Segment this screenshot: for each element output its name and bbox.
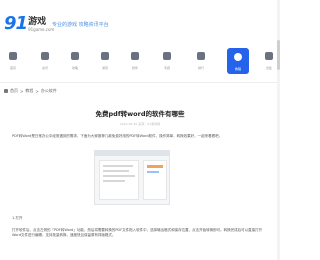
nav-label: 软件 [131,66,138,70]
site-header: 91 游戏 91game.com 专业的游戏 攻略资讯平台 [0,0,280,44]
step-label: 1.打开 [12,216,23,220]
nav-item-guide[interactable]: 攻略 [64,46,86,76]
breadcrumb-item-home[interactable]: 首页 [10,88,18,94]
nav-item-news[interactable]: 资讯 [34,46,56,76]
logo-number: 91 [4,13,28,34]
breadcrumb-separator: > [35,88,39,94]
nav-item-tutorial[interactable]: 教程 [227,48,249,74]
nav-label: 专题 [163,66,170,70]
breadcrumb-item-tutorial[interactable]: 教程 [25,88,33,94]
gamepad-icon [101,52,109,60]
article-body: 打开软件后，点击左侧的「PDF转Word」功能，然后将需要转换的PDF文件拖入软… [12,228,263,237]
nav-item-home[interactable]: 首页 [2,46,24,76]
guide-icon [71,52,79,60]
scrollbar-thumb[interactable] [277,40,280,70]
nav-label: 攻略 [71,66,78,70]
nav-label: 教程 [234,67,241,71]
topic-icon [163,52,171,60]
article-title: 免费pdf转word的软件有哪些 [95,110,185,118]
home-icon[interactable] [4,89,8,93]
app-icon [131,52,139,60]
nav-label: 首页 [9,66,16,70]
article-intro: PDF转Word是日常办公中经常遇到的需求，下面为大家推荐几款免费好用的PDF转… [12,134,223,138]
nav-item-rank[interactable]: 排行 [190,46,212,76]
nav-label: 游戏 [101,66,108,70]
scrollbar[interactable] [277,0,280,260]
nav-divider [0,82,280,83]
tutorial-icon [234,53,242,61]
site-slogan: 专业的游戏 攻略资讯平台 [52,22,109,28]
nav-item-game[interactable]: 游戏 [94,46,116,76]
main-nav: 首页 资讯 攻略 游戏 软件 专题 排行 教程 合集 [0,46,280,80]
news-icon [41,52,49,60]
logo-text: 游戏 [28,17,47,27]
home-icon [9,52,17,60]
article-meta: 2024-05-20 来源：91游戏网 [119,122,161,126]
rank-icon [197,52,205,60]
collection-icon [265,52,273,60]
nav-label: 合集 [265,66,272,70]
site-logo[interactable]: 91 游戏 91game.com [4,13,55,34]
nav-item-topic[interactable]: 专题 [156,46,178,76]
nav-label: 资讯 [41,66,48,70]
breadcrumb: 首页 > 教程 > 办公软件 [4,88,59,94]
nav-label: 排行 [197,66,204,70]
breadcrumb-item-category[interactable]: 办公软件 [41,88,57,94]
nav-item-app[interactable]: 软件 [124,46,146,76]
logo-domain: 91game.com [28,27,55,32]
breadcrumb-separator: > [20,88,24,94]
article-screenshot [94,150,170,205]
page: 91 游戏 91game.com 专业的游戏 攻略资讯平台 首页 资讯 攻略 游… [0,0,280,260]
